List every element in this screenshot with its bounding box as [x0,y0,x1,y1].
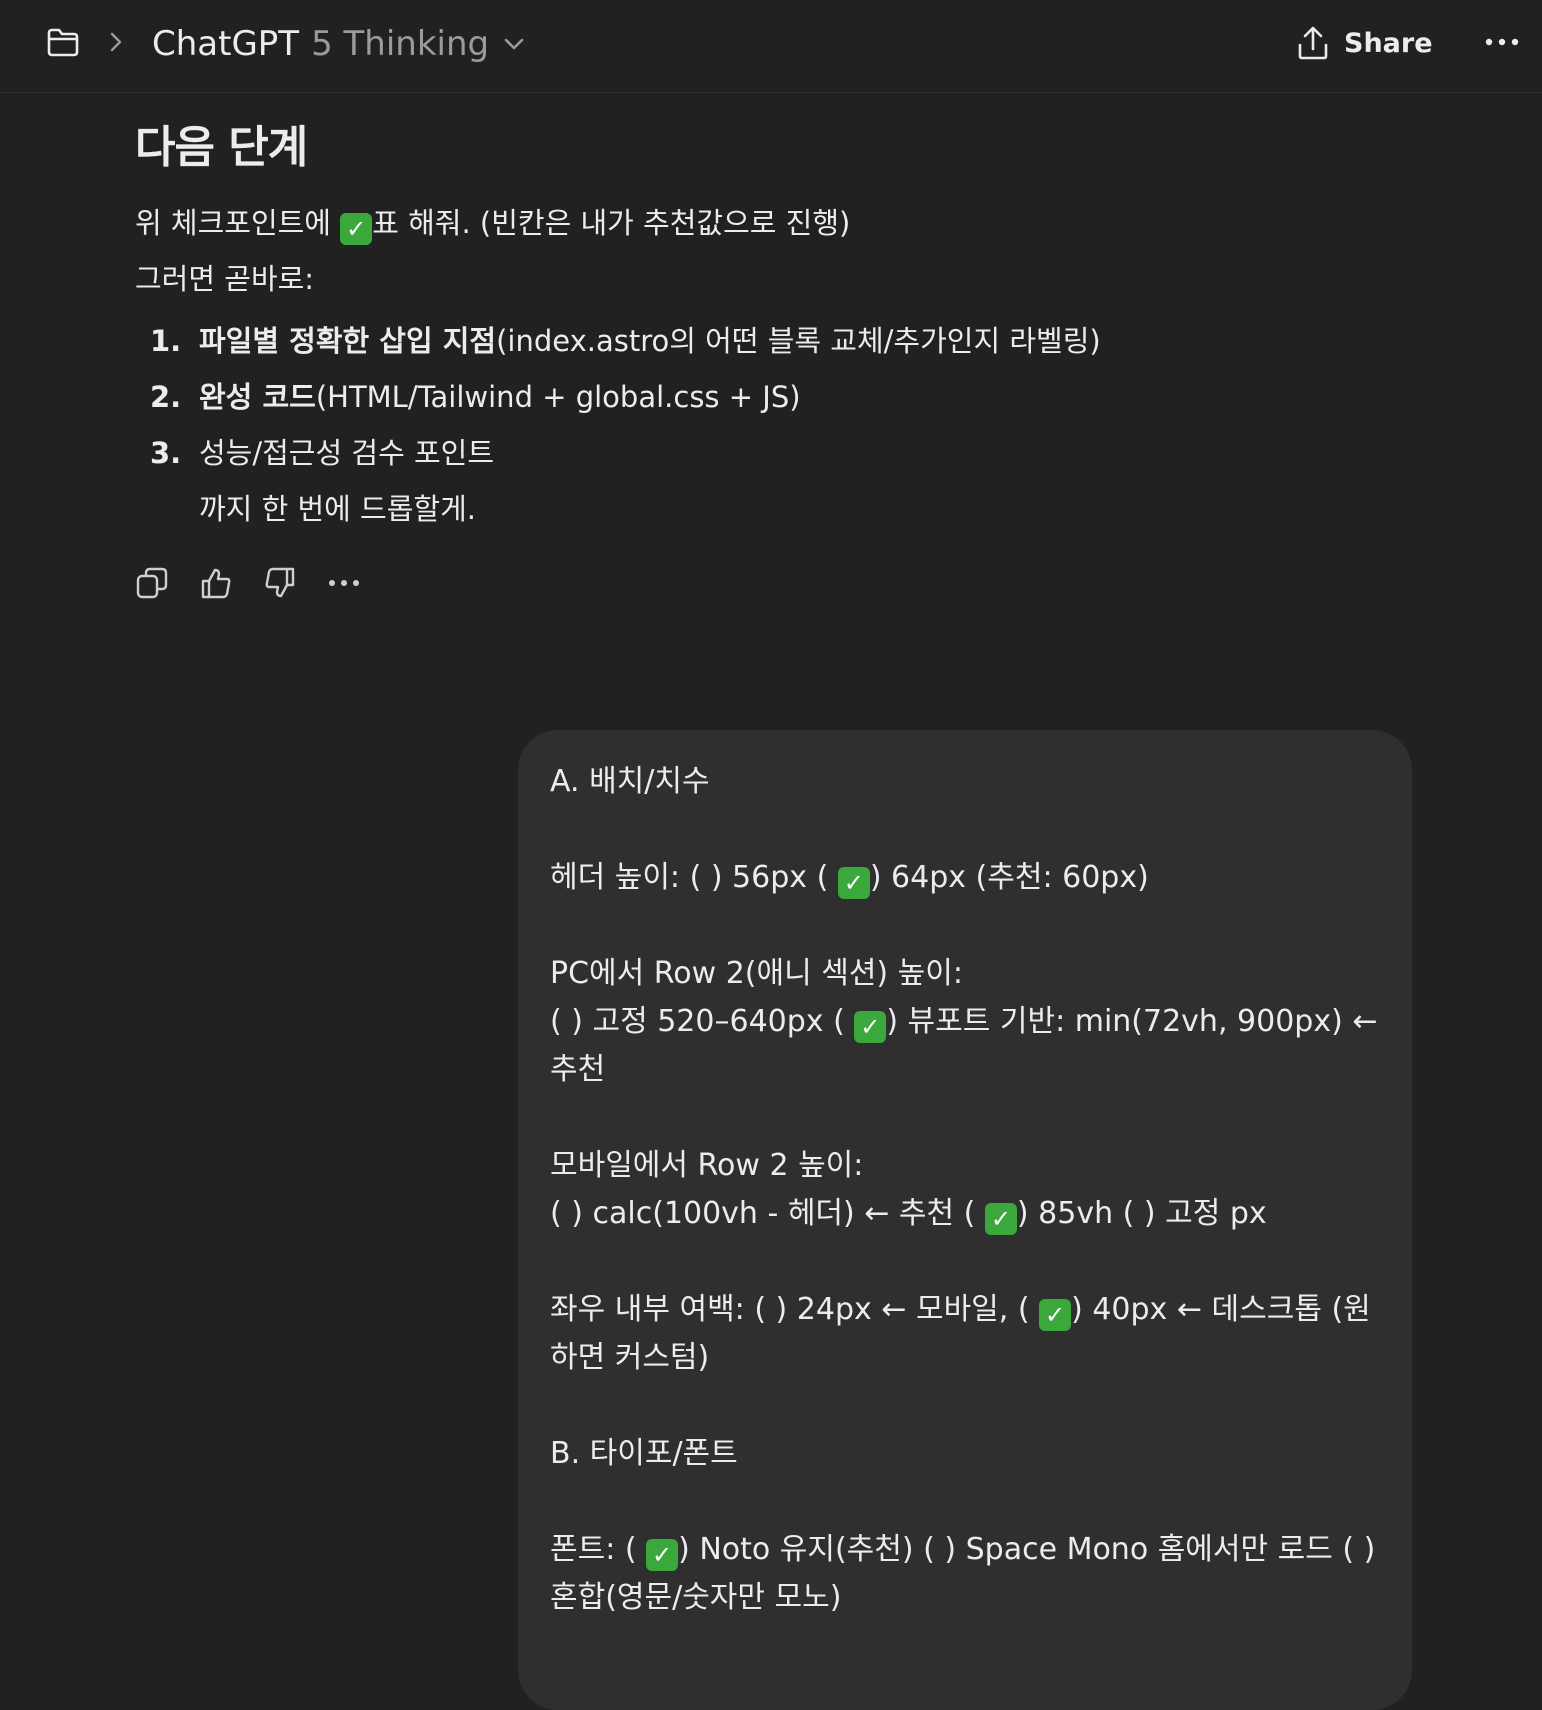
check-emoji-icon: ✓ [646,1539,679,1571]
thumbs-down-icon[interactable] [263,566,297,600]
font-line: 폰트: ( ✓) Noto 유지(추천) ( ) Space Mono 홈에서만… [550,1526,1380,1622]
list-item-bold: 완성 코드 [199,379,316,414]
chevron-right-icon [110,32,122,52]
list-item: 1. 파일별 정확한 삽입 지점(index.astro의 어떤 블록 교체/추가… [135,313,1435,369]
line-text: ( ) calc(100vh - 헤더) ← 추천 ( [550,1196,985,1231]
assistant-line-1: 위 체크포인트에 ✓ 표 해줘. (빈칸은 내가 추천값으로 진행) [135,195,1435,251]
list-item: 3. 성능/접근성 검수 포인트 [135,425,1435,481]
line-text: 헤더 높이: ( ) 56px ( [550,860,838,895]
line-text: ) 64px (추천: 60px) [869,860,1149,895]
user-message-body: A. 배치/치수 헤더 높이: ( ) 56px ( ✓) 64px (추천: … [550,758,1380,1622]
list-item-text: 성능/접근성 검수 포인트 [199,435,495,470]
top-bar: ChatGPT 5 Thinking Share [0,0,1542,93]
pc-row-title: PC에서 Row 2(애니 섹션) 높이: [550,956,963,991]
ellipsis-icon[interactable] [327,566,361,600]
list-item: 2. 완성 코드(HTML/Tailwind + global.css + JS) [135,369,1435,425]
message-actions [135,566,361,600]
list-number: 1. [150,323,182,358]
line-text: 좌우 내부 여백: ( ) 24px ← 모바일, ( [550,1292,1040,1327]
line-text: ) 85vh ( ) 고정 px [1016,1196,1267,1231]
model-version: 5 Thinking [311,24,490,64]
check-emoji-icon: ✓ [984,1203,1017,1235]
folder-icon[interactable] [46,26,80,58]
section-a-title: A. 배치/치수 [550,764,710,799]
list-item-text: (index.astro의 어떤 블록 교체/추가인지 라벨링) [496,323,1101,358]
section-heading: 다음 단계 [135,122,308,173]
numbered-list: 1. 파일별 정확한 삽입 지점(index.astro의 어떤 블록 교체/추가… [135,313,1435,481]
pc-row-block: PC에서 Row 2(애니 섹션) 높이:( ) 고정 520–640px ( … [550,950,1380,1094]
share-button[interactable]: Share [1296,18,1433,68]
list-number: 2. [150,379,182,414]
list-tail-text: 까지 한 번에 드롭할게. [199,491,476,526]
check-emoji-icon: ✓ [340,212,373,245]
line-text: ( ) 고정 520–640px ( [550,1004,855,1039]
check-emoji-icon: ✓ [854,1011,887,1043]
mobile-row-block: 모바일에서 Row 2 높이: ( ) calc(100vh - 헤더) ← 추천… [550,1142,1380,1238]
list-item-bold: 파일별 정확한 삽입 지점 [199,323,497,358]
check-emoji-icon: ✓ [837,867,870,899]
section-b-title: B. 타이포/폰트 [550,1436,738,1471]
header-height-line: 헤더 높이: ( ) 56px ( ✓) 64px (추천: 60px) [550,854,1380,902]
model-name: ChatGPT [152,24,300,64]
copy-icon[interactable] [135,566,169,600]
assistant-message: 다음 단계 위 체크포인트에 ✓ 표 해줘. (빈칸은 내가 추천값으로 진행) … [135,110,1435,537]
thumbs-up-icon[interactable] [199,566,233,600]
user-message-bubble: A. 배치/치수 헤더 높이: ( ) 56px ( ✓) 64px (추천: … [518,730,1412,1710]
model-switcher[interactable]: ChatGPT 5 Thinking [152,16,527,72]
assistant-line-2: 그러면 곧바로: [135,261,315,296]
line1-text: 위 체크포인트에 [135,205,341,240]
share-upload-icon [1298,26,1328,60]
chevron-down-icon [504,38,524,50]
padding-line: 좌우 내부 여백: ( ) 24px ← 모바일, ( ✓) 40px ← 데스… [550,1286,1380,1382]
ellipsis-icon[interactable] [1484,28,1520,56]
list-number: 3. [150,435,182,470]
check-emoji-icon: ✓ [1039,1299,1072,1331]
list-item-text: (HTML/Tailwind + global.css + JS) [315,379,801,414]
line1-text-after: 표 해줘. (빈칸은 내가 추천값으로 진행) [372,205,851,240]
line-text: 폰트: ( [550,1532,647,1567]
mobile-row-title: 모바일에서 Row 2 높이: [550,1148,864,1183]
share-label: Share [1344,27,1433,59]
